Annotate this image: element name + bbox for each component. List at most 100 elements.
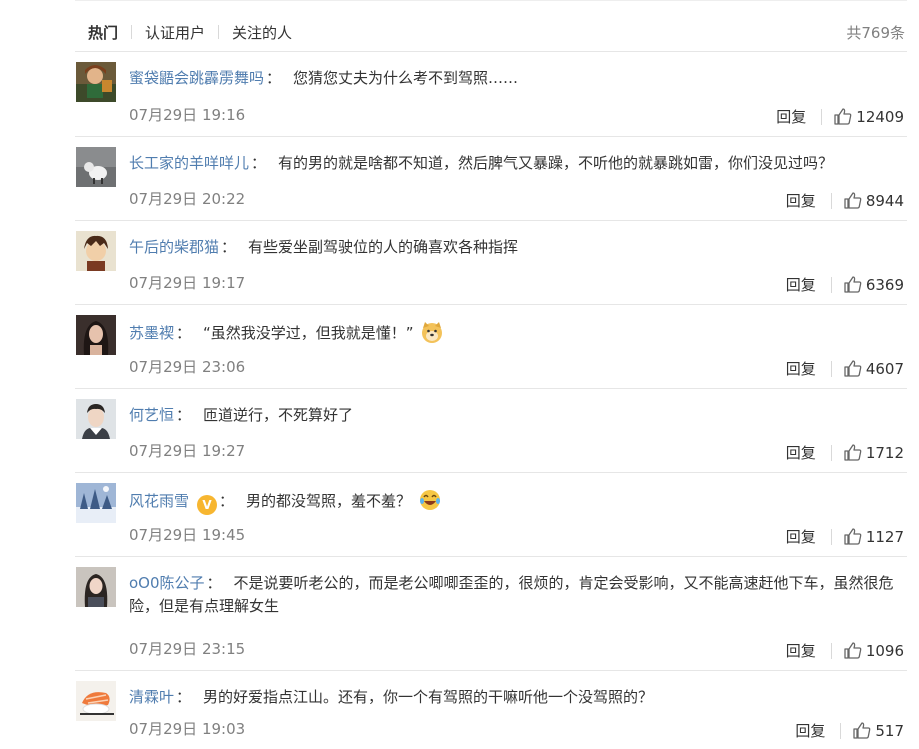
like-button[interactable]: 4607: [844, 360, 904, 378]
reply-button[interactable]: 回复: [776, 106, 806, 127]
reply-button[interactable]: 回复: [786, 190, 816, 211]
tab-divider: [131, 25, 133, 39]
action-divider: [830, 444, 832, 461]
man-portrait-avatar: [76, 399, 116, 439]
username-link[interactable]: 蜜袋鼯会跳霹雳舞吗: [129, 69, 264, 87]
thumbs-up-icon: [834, 108, 852, 125]
comment-time: 07月29日 23:15: [129, 640, 246, 658]
user-avatar[interactable]: [76, 567, 116, 607]
comment-item: 清霖叶： 男的好爱指点江山。还有，你一个有驾照的干嘛听他一个没驾照的？ 07月29…: [75, 671, 907, 749]
user-avatar[interactable]: [76, 483, 116, 523]
comment-body: 苏墨褉： “虽然我没学过，但我就是懂！”: [129, 320, 895, 345]
reply-button[interactable]: 回复: [786, 442, 816, 463]
user-avatar[interactable]: [76, 231, 116, 271]
comment-body: 蜜袋鼯会跳霹雳舞吗： 您猜您丈夫为什么考不到驾照……: [129, 67, 895, 90]
colon: ：: [219, 492, 235, 510]
shrimp-sushi-avatar: [76, 681, 116, 721]
comment-actions: 回复 6369: [786, 274, 904, 295]
username-link[interactable]: 何艺恒: [129, 406, 174, 424]
colon: ：: [176, 324, 192, 342]
username-link[interactable]: 苏墨褉: [129, 324, 174, 342]
like-count: 4607: [865, 359, 904, 378]
comment-filter-tabs: 热门 认证用户 关注的人: [88, 22, 292, 42]
anime-boy-avatar: [76, 231, 116, 271]
comment-text: 不是说要听老公的，而是老公唧唧歪歪的，很烦的，肯定会受影响，又不能高速赶他下车，…: [129, 574, 894, 615]
girl-portrait-avatar: [76, 567, 116, 607]
user-avatar[interactable]: [76, 147, 116, 187]
reply-button[interactable]: 回复: [786, 526, 816, 547]
comment-text: 匝道逆行，不死算好了: [203, 406, 354, 424]
thumbs-up-icon: [844, 444, 862, 461]
reply-button[interactable]: 回复: [786, 358, 816, 379]
like-count: 6369: [865, 275, 904, 294]
tab-verified-users[interactable]: 认证用户: [145, 22, 205, 43]
comment-time: 07月29日 20:22: [129, 190, 246, 208]
thumbs-up-icon: [844, 528, 862, 545]
comment-item: 苏墨褉： “虽然我没学过，但我就是懂！” 07月29日 23:06 回复 4607: [75, 305, 907, 389]
comment-body: 风花雨雪 V： 男的都没驾照，羞不羞？: [129, 488, 895, 515]
reply-button[interactable]: 回复: [795, 720, 825, 741]
like-button[interactable]: 12409: [834, 108, 904, 126]
colon: ：: [266, 69, 282, 87]
like-button[interactable]: 517: [853, 722, 904, 740]
like-count: 1712: [865, 443, 904, 462]
like-count: 1096: [865, 641, 904, 660]
woman-portrait-avatar: [76, 315, 116, 355]
verified-badge-icon: V: [197, 495, 218, 515]
comment-item: 何艺恒： 匝道逆行，不死算好了 07月29日 19:27 回复 1712: [75, 389, 907, 473]
reply-button[interactable]: 回复: [786, 274, 816, 295]
tab-hot[interactable]: 热门: [88, 22, 118, 43]
username-link[interactable]: 清霖叶: [129, 688, 174, 706]
thumbs-up-icon: [844, 642, 862, 659]
like-button[interactable]: 8944: [844, 192, 904, 210]
like-button[interactable]: 1127: [844, 528, 904, 546]
colon: ：: [221, 238, 237, 256]
comment-actions: 回复 1712: [786, 442, 904, 463]
comment-item: 午后的柴郡猫： 有些爱坐副驾驶位的人的确喜欢各种指挥 07月29日 19:17 回…: [75, 221, 907, 305]
user-avatar[interactable]: [76, 681, 116, 721]
action-divider: [830, 192, 832, 209]
reply-button[interactable]: 回复: [786, 640, 816, 661]
comment-body: 清霖叶： 男的好爱指点江山。还有，你一个有驾照的干嘛听他一个没驾照的？: [129, 686, 895, 709]
colon: ：: [251, 154, 267, 172]
like-button[interactable]: 6369: [844, 276, 904, 294]
comment-text: “虽然我没学过，但我就是懂！”: [203, 324, 414, 342]
action-divider: [821, 108, 823, 125]
total-comment-count: 共769条: [846, 24, 905, 42]
comment-time: 07月29日 19:17: [129, 274, 246, 292]
like-button[interactable]: 1096: [844, 642, 904, 660]
comment-panel: 热门 认证用户 关注的人 共769条 蜜袋鼯会跳霹雳舞吗：您猜您丈夫为什么考不到…: [0, 0, 919, 749]
tab-following[interactable]: 关注的人: [232, 22, 292, 43]
user-avatar[interactable]: [76, 315, 116, 355]
user-avatar[interactable]: [76, 399, 116, 439]
action-divider: [830, 360, 832, 377]
comment-actions: 回复 12409: [776, 106, 904, 127]
username-link[interactable]: 长工家的羊咩咩儿: [129, 154, 249, 172]
comment-actions: 回复 517: [795, 720, 904, 741]
thumbs-up-icon: [844, 276, 862, 293]
comment-actions: 回复 1096: [786, 640, 904, 661]
comment-text: 有些爱坐副驾驶位的人的确喜欢各种指挥: [248, 238, 519, 256]
top-divider: [75, 0, 907, 1]
username-link[interactable]: 风花雨雪: [129, 492, 189, 510]
doge-emoji: [422, 322, 443, 343]
like-count: 12409: [856, 107, 904, 126]
comment-body: 何艺恒： 匝道逆行，不死算好了: [129, 404, 895, 427]
comment-item: oO0陈公子：不是说要听老公的，而是老公唧唧歪歪的，很烦的，肯定会受影响，又不能…: [75, 557, 907, 671]
username-link[interactable]: oO0陈公子: [129, 574, 205, 592]
username-link[interactable]: 午后的柴郡猫: [129, 238, 219, 256]
user-avatar[interactable]: [76, 62, 116, 102]
comment-item: 蜜袋鼯会跳霹雳舞吗： 您猜您丈夫为什么考不到驾照…… 07月29日 19:16 回…: [75, 52, 907, 137]
comment-text: 男的都没驾照，羞不羞？: [246, 492, 412, 510]
comment-actions: 回复 8944: [786, 190, 904, 211]
comment-time: 07月29日 19:16: [129, 106, 246, 124]
comment-body: 长工家的羊咩咩儿： 有的男的就是啥都不知道，然后脾气又暴躁，不听他的就暴跳如雷，你…: [129, 152, 895, 175]
thumbs-up-icon: [844, 192, 862, 209]
like-button[interactable]: 1712: [844, 444, 904, 462]
comment-time: 07月29日 23:06: [129, 358, 246, 376]
action-divider: [830, 528, 832, 545]
comment-actions: 回复 4607: [786, 358, 904, 379]
laughing-tears-emoji: [419, 490, 440, 510]
comment-item: 风花雨雪 V： 男的都没驾照，羞不羞？ 07月29日 19:45 回复 1127: [75, 473, 907, 557]
tab-divider: [218, 25, 220, 39]
